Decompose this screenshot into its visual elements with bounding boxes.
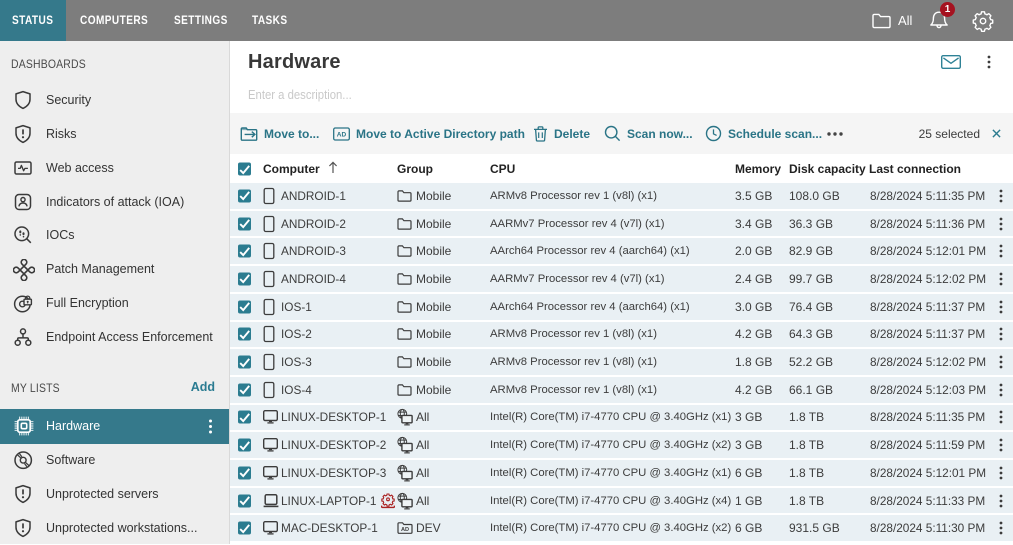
svg-text:AD: AD bbox=[401, 527, 409, 533]
svg-text:AD: AD bbox=[337, 131, 347, 138]
